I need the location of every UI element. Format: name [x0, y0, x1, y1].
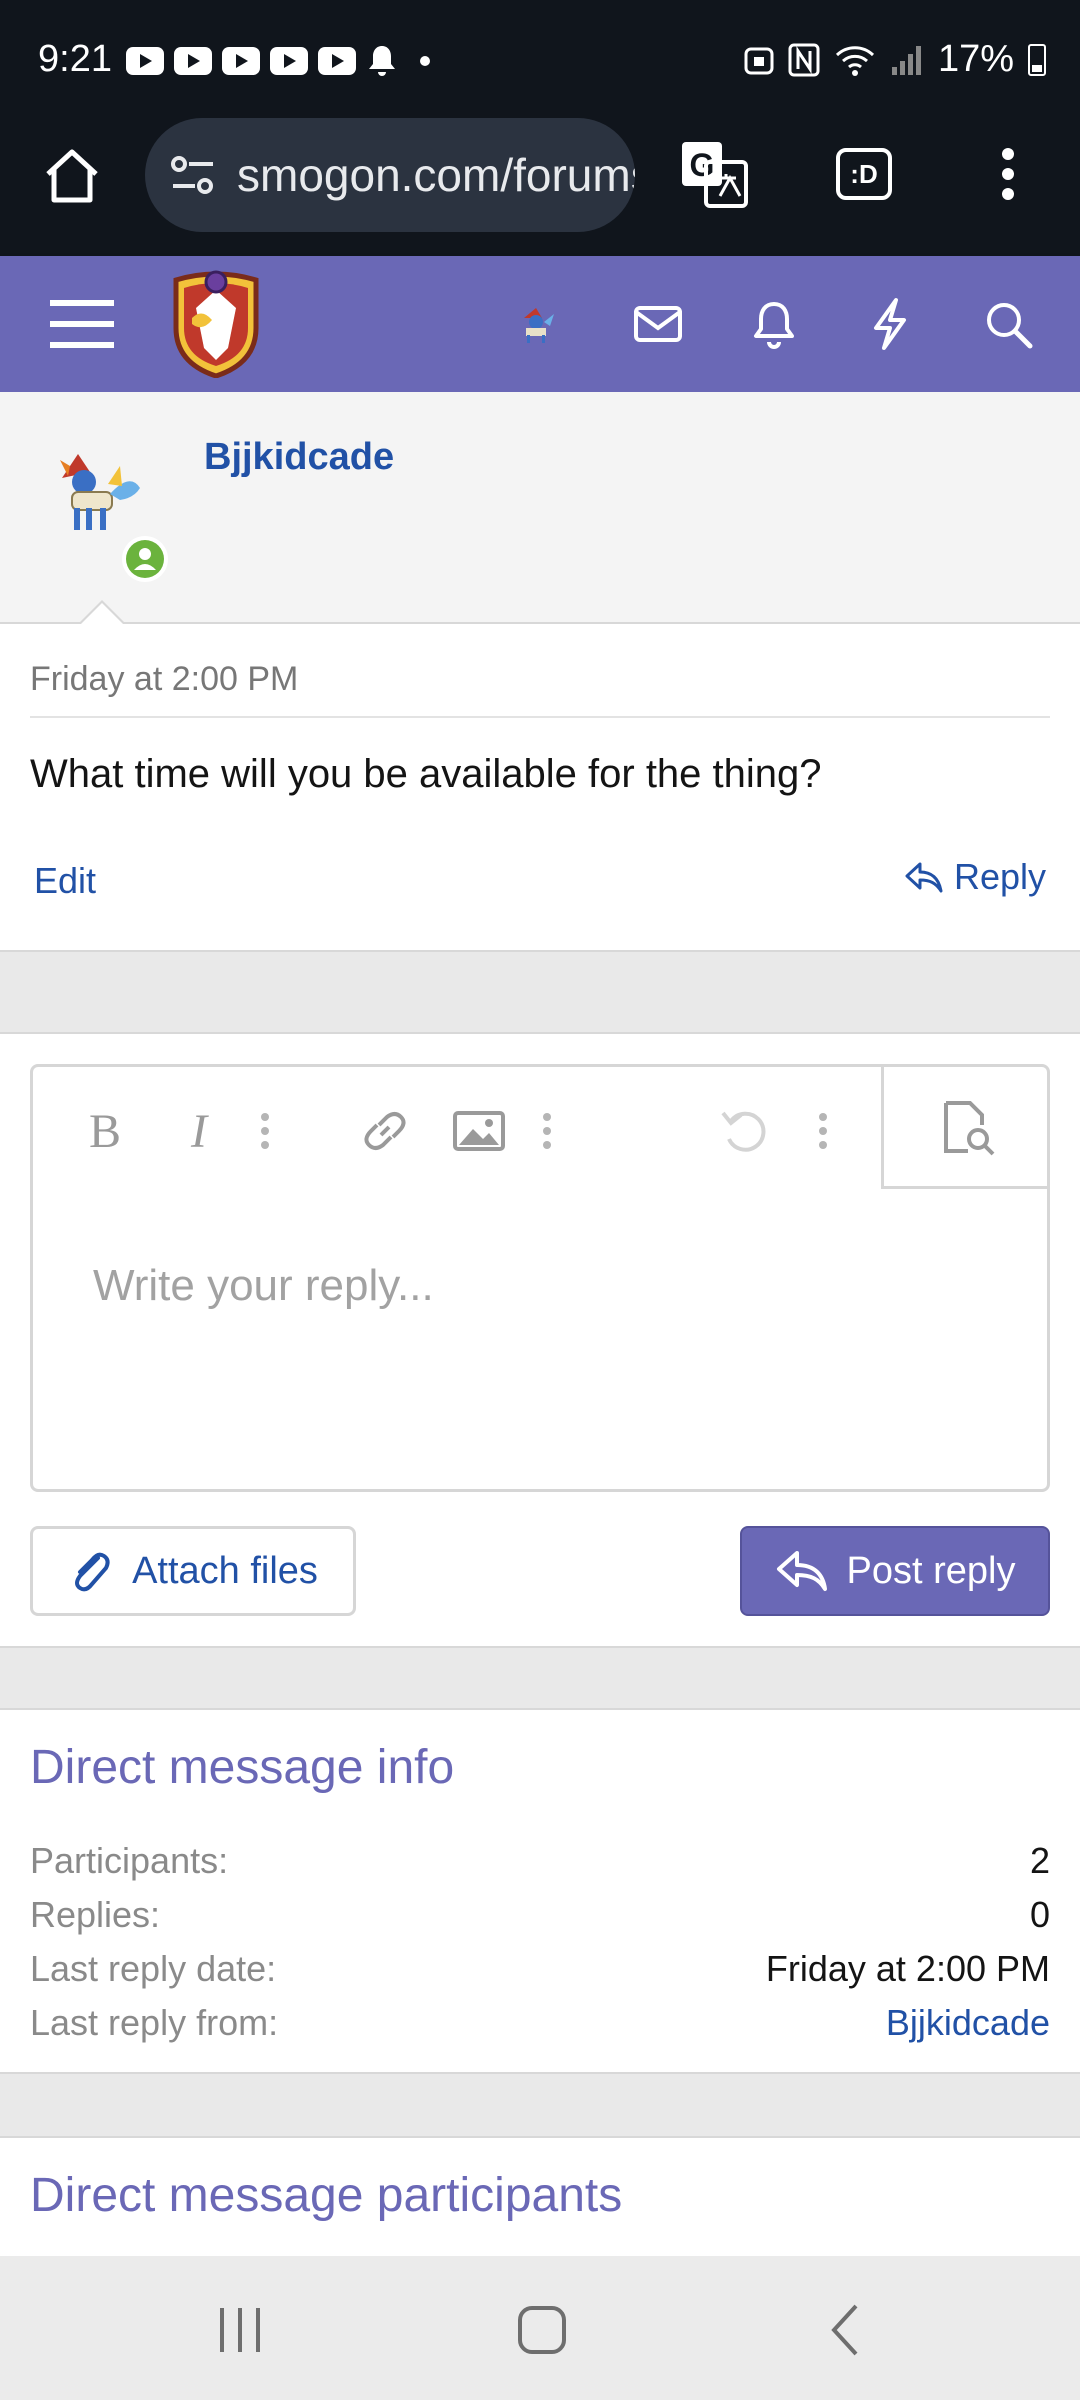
- attach-files-button[interactable]: Attach files: [30, 1526, 356, 1616]
- attach-files-label: Attach files: [132, 1549, 318, 1592]
- direct-message-info-block: Direct message info Participants: 2 Repl…: [0, 1708, 1080, 2074]
- home-icon[interactable]: [42, 146, 102, 206]
- back-icon[interactable]: [816, 2300, 876, 2360]
- info-key: Last reply date:: [30, 1948, 277, 1989]
- smogon-logo[interactable]: [166, 268, 266, 378]
- section-gap: [0, 2074, 1080, 2136]
- italic-icon[interactable]: I: [171, 1103, 227, 1159]
- browser-toolbar: smogon.com/forums G :D: [0, 118, 1080, 256]
- bell-icon: [369, 46, 395, 76]
- section-gap: [0, 952, 1080, 1032]
- status-bar: 9:21 17%: [0, 0, 1080, 118]
- site-header: [0, 256, 1080, 392]
- bold-icon[interactable]: B: [77, 1103, 133, 1159]
- edit-button[interactable]: Edit: [34, 860, 96, 902]
- dm-info-title: Direct message info: [30, 1741, 455, 1794]
- hamburger-menu-icon[interactable]: [50, 296, 114, 352]
- info-value: Friday at 2:00 PM: [765, 1948, 1050, 1989]
- post-date[interactable]: Friday at 2:00 PM: [30, 660, 298, 699]
- direct-message-participants-block: Direct message participants: [0, 2136, 1080, 2256]
- conversations-icon[interactable]: [630, 296, 686, 352]
- search-icon[interactable]: [980, 296, 1036, 352]
- info-key: Participants:: [30, 1840, 229, 1881]
- svg-text:I: I: [190, 1105, 209, 1158]
- battery-icon: [1028, 43, 1046, 76]
- undo-icon[interactable]: [717, 1103, 773, 1159]
- more-insert-options-icon[interactable]: [537, 1103, 557, 1159]
- system-status: 17%: [744, 38, 1046, 81]
- youtube-icon: [270, 47, 308, 75]
- info-key: Replies:: [30, 1894, 161, 1935]
- svg-text:G: G: [690, 147, 715, 183]
- user-avatar[interactable]: [50, 442, 150, 542]
- whats-new-bolt-icon[interactable]: [862, 296, 918, 352]
- youtube-icon: [174, 47, 212, 75]
- post-reply-label: Post reply: [846, 1549, 1016, 1592]
- reply-editor[interactable]: B I Write your reply...: [30, 1064, 1050, 1492]
- dot-icon: [420, 56, 430, 66]
- more-vert-icon[interactable]: [1000, 146, 1016, 202]
- url-text: smogon.com/forums: [237, 149, 635, 201]
- message-text: What time will you be available for the …: [30, 752, 822, 796]
- message-body: Friday at 2:00 PM What time will you be …: [0, 624, 1080, 952]
- reply-button[interactable]: Reply: [904, 856, 1046, 898]
- post-username[interactable]: Bjjkidcade: [204, 436, 394, 479]
- message-pointer: [76, 600, 128, 627]
- youtube-icon: [126, 47, 164, 75]
- status-time: 9:21: [38, 38, 112, 80]
- site-settings-icon[interactable]: [167, 149, 219, 201]
- nfc-icon: [788, 43, 820, 76]
- reply-input-placeholder[interactable]: Write your reply...: [93, 1261, 434, 1311]
- info-value: 2: [1029, 1840, 1050, 1881]
- section-gap: [0, 1648, 1080, 1708]
- quick-reply-block: B I Write your reply... Attach files Pos…: [0, 1032, 1080, 1648]
- recent-apps-icon[interactable]: [210, 2300, 270, 2360]
- last-reply-user-link[interactable]: Bjjkidcade: [886, 2002, 1050, 2044]
- reply-icon: [905, 862, 943, 893]
- system-navigation-bar: [0, 2256, 1080, 2400]
- wifi-icon: [835, 45, 874, 76]
- alerts-bell-icon[interactable]: [746, 296, 802, 352]
- reply-icon: [776, 1551, 827, 1591]
- more-options-icon[interactable]: [813, 1103, 833, 1159]
- info-row-last-reply-date: Last reply date: Friday at 2:00 PM: [30, 1948, 1050, 2002]
- divider: [30, 716, 1050, 718]
- preview-icon: [944, 1101, 995, 1156]
- info-row-last-reply-from: Last reply from: Bjjkidcade: [30, 2002, 1050, 2056]
- info-key: Last reply from:: [30, 2002, 279, 2043]
- youtube-icon: [318, 47, 356, 75]
- address-bar[interactable]: smogon.com/forums: [145, 118, 635, 232]
- insert-image-icon[interactable]: [451, 1103, 507, 1159]
- battery-percent: 17%: [937, 38, 1014, 80]
- dm-participants-title: Direct message participants: [30, 2169, 623, 2222]
- post-user-header: Bjjkidcade: [0, 392, 1080, 624]
- insert-link-icon[interactable]: [357, 1103, 413, 1159]
- reply-label: Reply: [953, 856, 1046, 897]
- signal-icon: [891, 45, 921, 75]
- info-value: 0: [1029, 1894, 1050, 1935]
- paperclip-icon: [75, 1552, 110, 1592]
- tabs-label: :D: [850, 158, 878, 189]
- nfc-lock-icon: [744, 47, 774, 74]
- svg-text:B: B: [89, 1105, 121, 1158]
- info-row-participants: Participants: 2: [30, 1840, 1050, 1894]
- translate-icon[interactable]: G: [678, 138, 750, 210]
- home-button-icon[interactable]: [512, 2300, 572, 2360]
- tab-switcher-button[interactable]: :D: [836, 148, 892, 200]
- notification-icons: [126, 44, 430, 78]
- youtube-icon: [222, 47, 260, 75]
- online-status-icon: [122, 536, 168, 582]
- editor-toolbar: B I: [33, 1067, 1047, 1189]
- post-reply-button[interactable]: Post reply: [740, 1526, 1050, 1616]
- user-avatar[interactable]: [516, 304, 556, 344]
- preview-toggle[interactable]: [881, 1067, 1047, 1189]
- more-text-options-icon[interactable]: [255, 1103, 275, 1159]
- info-row-replies: Replies: 0: [30, 1894, 1050, 1948]
